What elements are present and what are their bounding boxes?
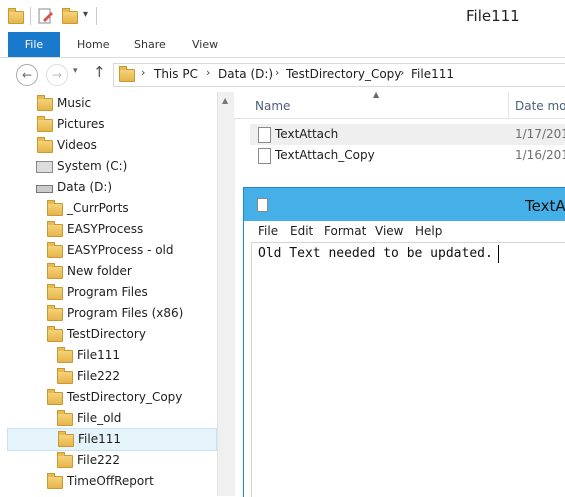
folder-icon <box>57 410 73 426</box>
file-row-textattach[interactable]: TextAttach 1/17/2019 <box>250 124 565 145</box>
new-folder-icon[interactable] <box>62 8 78 24</box>
up-button[interactable]: ↑ <box>93 63 106 81</box>
notepad-content: Old Text needed to be updated. <box>258 246 493 261</box>
notepad-title: TextAt <box>525 197 565 215</box>
folder-icon <box>47 242 63 258</box>
music-folder-icon <box>37 95 53 111</box>
tab-share[interactable]: Share <box>134 32 166 57</box>
text-caret <box>498 245 499 263</box>
chevron-right-icon[interactable]: › <box>275 66 279 79</box>
toolbar-divider <box>96 7 97 25</box>
tab-view[interactable]: View <box>192 32 218 57</box>
nav-item-testdirectory-copy[interactable]: TestDirectory_Copy <box>45 387 215 408</box>
folder-icon <box>47 221 63 237</box>
column-name[interactable]: Name <box>255 99 290 113</box>
breadcrumb-file111[interactable]: File111 <box>411 67 454 81</box>
chevron-right-icon[interactable]: › <box>400 66 404 79</box>
menu-help[interactable]: Help <box>415 224 442 238</box>
text-file-icon <box>258 127 271 143</box>
back-button[interactable]: ← <box>16 64 38 86</box>
menu-edit[interactable]: Edit <box>290 224 313 238</box>
tab-home[interactable]: Home <box>77 32 109 57</box>
notepad-title-bar[interactable] <box>244 188 565 221</box>
tab-file[interactable]: File <box>8 32 60 57</box>
notepad-text-area[interactable] <box>251 242 565 497</box>
system-drive-icon <box>36 161 53 173</box>
menu-view[interactable]: View <box>375 224 403 238</box>
folder-icon <box>57 368 73 384</box>
nav-item-copy-file222[interactable]: File222 <box>55 450 215 471</box>
videos-folder-icon <box>37 137 53 153</box>
toolbar-divider <box>30 7 31 25</box>
folder-icon <box>47 305 63 321</box>
nav-item-file-old[interactable]: File_old <box>55 408 215 429</box>
nav-item-pictures[interactable]: Pictures <box>35 114 215 135</box>
nav-item-file111-selected[interactable]: File111 <box>7 428 217 451</box>
recent-locations-icon[interactable]: ▾ <box>73 66 78 76</box>
folder-icon <box>58 431 74 447</box>
nav-item-currports[interactable]: _CurrPorts <box>45 198 215 219</box>
nav-item-timeoffreport[interactable]: TimeOffReport <box>45 471 215 492</box>
folder-icon <box>47 284 63 300</box>
breadcrumb-this-pc[interactable]: This PC <box>154 67 198 81</box>
folder-icon <box>47 389 63 405</box>
folder-icon <box>119 66 135 82</box>
folder-icon <box>47 326 63 342</box>
sort-up-icon: ▲ <box>373 90 380 99</box>
folder-icon <box>47 263 63 279</box>
folder-icon <box>47 200 63 216</box>
nav-item-testdirectory-file222[interactable]: File222 <box>55 366 215 387</box>
menu-format[interactable]: Format <box>324 224 366 238</box>
column-date-modified[interactable]: Date moc <box>515 99 565 113</box>
folder-icon <box>57 452 73 468</box>
nav-item-easyprocess[interactable]: EASYProcess <box>45 219 215 240</box>
nav-item-program-files-x86[interactable]: Program Files (x86) <box>45 303 215 324</box>
nav-item-easyprocess-old[interactable]: EASYProcess - old <box>45 240 215 261</box>
folder-icon <box>57 347 73 363</box>
scroll-up-icon[interactable]: ▲ <box>222 96 228 105</box>
customize-toolbar-icon[interactable]: ▾ <box>83 9 88 20</box>
forward-button[interactable]: → <box>46 64 68 86</box>
nav-item-new-folder[interactable]: New folder <box>45 261 215 282</box>
breadcrumb-data-drive[interactable]: Data (D:) <box>218 67 273 81</box>
nav-scrollbar[interactable] <box>217 92 235 496</box>
pictures-folder-icon <box>37 116 53 132</box>
column-separator[interactable] <box>508 92 509 118</box>
file-row-textattach-copy[interactable]: TextAttach_Copy 1/16/2019 <box>250 145 565 166</box>
chevron-right-icon[interactable]: › <box>141 66 145 79</box>
folder-icon <box>47 473 63 489</box>
folder-icon <box>8 8 24 24</box>
nav-item-music[interactable]: Music <box>35 93 215 114</box>
drive-icon <box>36 185 53 193</box>
nav-item-system-c[interactable]: System (C:) <box>35 156 215 177</box>
chevron-right-icon[interactable]: › <box>206 66 210 79</box>
text-file-icon <box>258 148 271 164</box>
nav-item-data-d[interactable]: Data (D:) <box>35 177 215 198</box>
nav-item-program-files[interactable]: Program Files <box>45 282 215 303</box>
properties-icon[interactable] <box>38 8 54 27</box>
notepad-icon <box>257 198 268 212</box>
nav-item-testdirectory[interactable]: TestDirectory <box>45 324 215 345</box>
menu-file[interactable]: File <box>258 224 278 238</box>
nav-item-videos[interactable]: Videos <box>35 135 215 156</box>
breadcrumb-testdirectory-copy[interactable]: TestDirectory_Copy <box>286 67 401 81</box>
window-title: File111 <box>466 7 520 25</box>
nav-item-testdirectory-file111[interactable]: File111 <box>55 345 215 366</box>
